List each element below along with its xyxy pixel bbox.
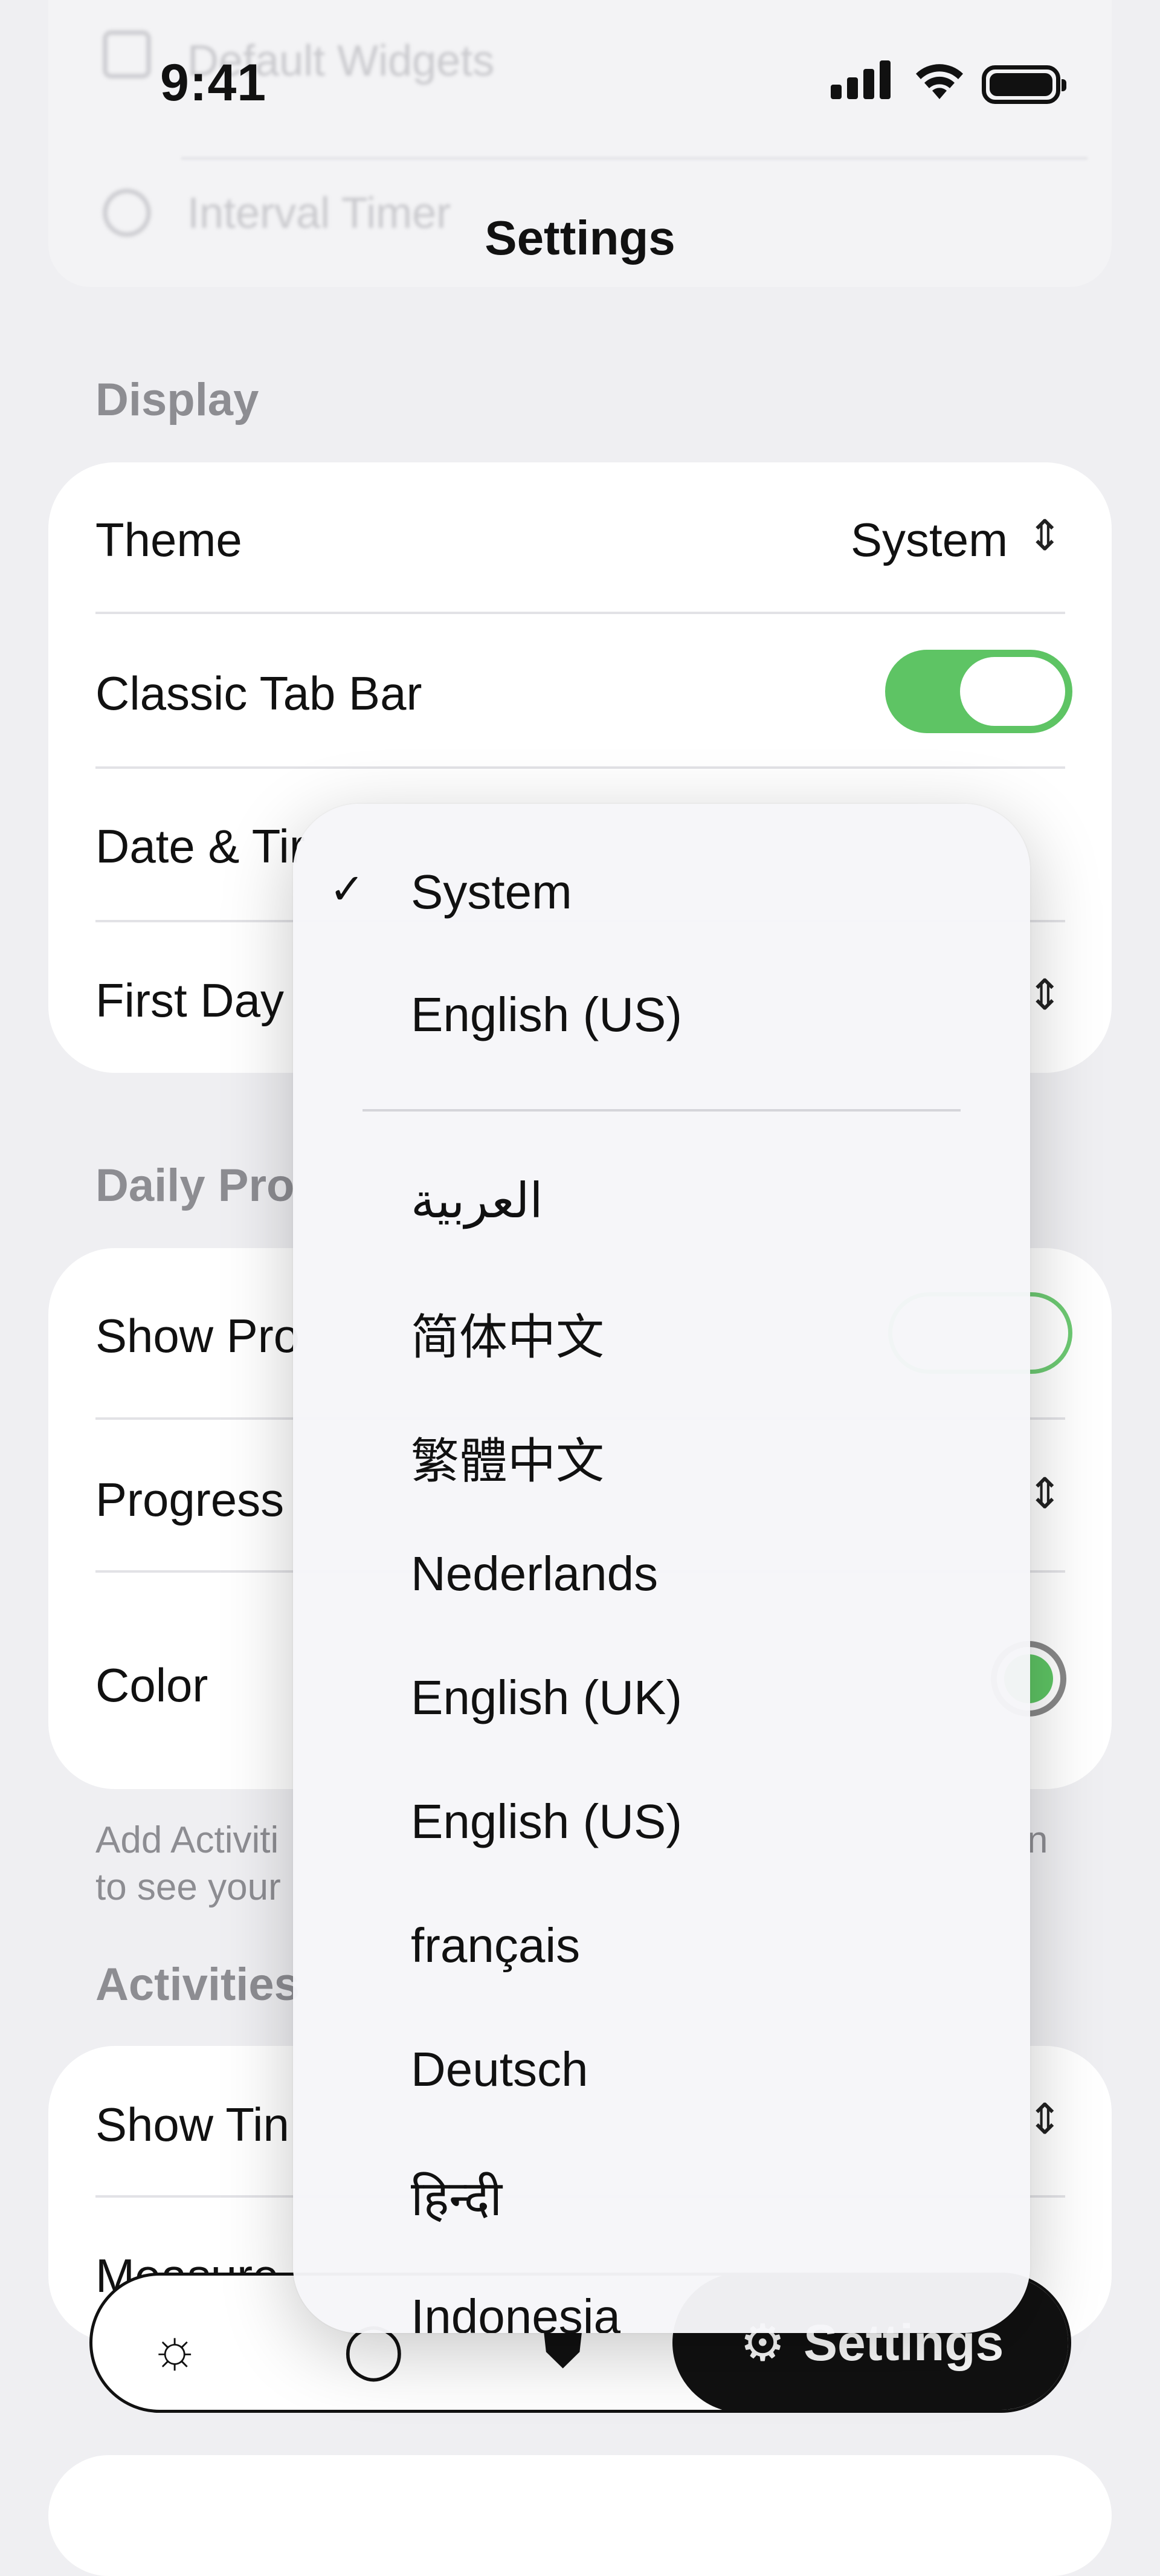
section-daily-progress-label: Daily Pro <box>95 1160 295 1211</box>
theme-picker[interactable]: System ⇕ <box>846 511 1075 571</box>
section-activities-label: Activities <box>95 1959 300 2010</box>
menu-item-english-us[interactable]: English (US) <box>411 987 682 1043</box>
menu-item-german[interactable]: Deutsch <box>411 2042 588 2097</box>
divider <box>95 612 1065 614</box>
show-progress-label: Show Pro <box>95 1309 300 1362</box>
status-time: 9:41 <box>160 54 267 112</box>
divider <box>95 766 1065 769</box>
cellular-signal-icon <box>831 60 896 99</box>
sun-icon[interactable]: ☼ <box>150 2318 200 2380</box>
menu-item-arabic[interactable]: العربية <box>411 1173 543 1229</box>
classic-tab-bar-toggle[interactable] <box>885 650 1072 733</box>
menu-item-hindi[interactable]: हिन्दी <box>411 2164 502 2230</box>
menu-item-chinese-simplified[interactable]: 简体中文 <box>411 1298 604 1368</box>
page-title: Settings <box>485 211 675 265</box>
widgets-icon <box>103 30 151 79</box>
progress-label: Progress <box>95 1473 285 1526</box>
checkmark-icon: ✓ <box>329 866 365 913</box>
wifi-icon <box>916 64 963 99</box>
theme-label: Theme <box>95 513 242 566</box>
section-display-label: Display <box>95 374 259 426</box>
menu-item-chinese-traditional[interactable]: 繁體中文 <box>411 1422 604 1492</box>
menu-divider <box>362 1109 961 1112</box>
partial-card <box>48 2455 1112 2576</box>
daily-progress-footnote-line1: Add Activiti <box>95 1819 279 1861</box>
divider <box>181 157 1088 160</box>
date-time-label[interactable]: Date & Tir <box>95 819 305 874</box>
menu-item-english-uk[interactable]: English (UK) <box>411 1670 682 1726</box>
menu-item-english-us[interactable]: English (US) <box>411 1794 682 1849</box>
toggle-knob <box>960 657 1065 726</box>
color-label: Color <box>95 1659 208 1712</box>
menu-item-dutch[interactable]: Nederlands <box>411 1546 658 1602</box>
chevron-up-down-icon[interactable]: ⇕ <box>1027 2094 1063 2144</box>
menu-item-indonesian[interactable]: Indonesia <box>411 2289 620 2333</box>
classic-tab-bar-label: Classic Tab Bar <box>95 667 422 720</box>
chevron-up-down-icon[interactable]: ⇕ <box>1027 970 1063 1020</box>
language-menu: ✓ System English (US) العربية 简体中文 繁體中文 … <box>293 804 1030 2333</box>
first-day-label[interactable]: First Day <box>95 973 284 1028</box>
show-time-label: Show Tin <box>95 2098 289 2151</box>
battery-icon <box>982 65 1066 104</box>
theme-value: System <box>851 513 1008 566</box>
chevron-up-down-icon: ⇕ <box>1027 512 1063 559</box>
daily-progress-footnote-line2: to see your <box>95 1866 281 1908</box>
daily-progress-footnote-tail: n <box>1027 1819 1048 1861</box>
chevron-up-down-icon[interactable]: ⇕ <box>1027 1469 1063 1518</box>
menu-item-french[interactable]: français <box>411 1918 580 1973</box>
menu-item-system[interactable]: System <box>411 864 572 920</box>
